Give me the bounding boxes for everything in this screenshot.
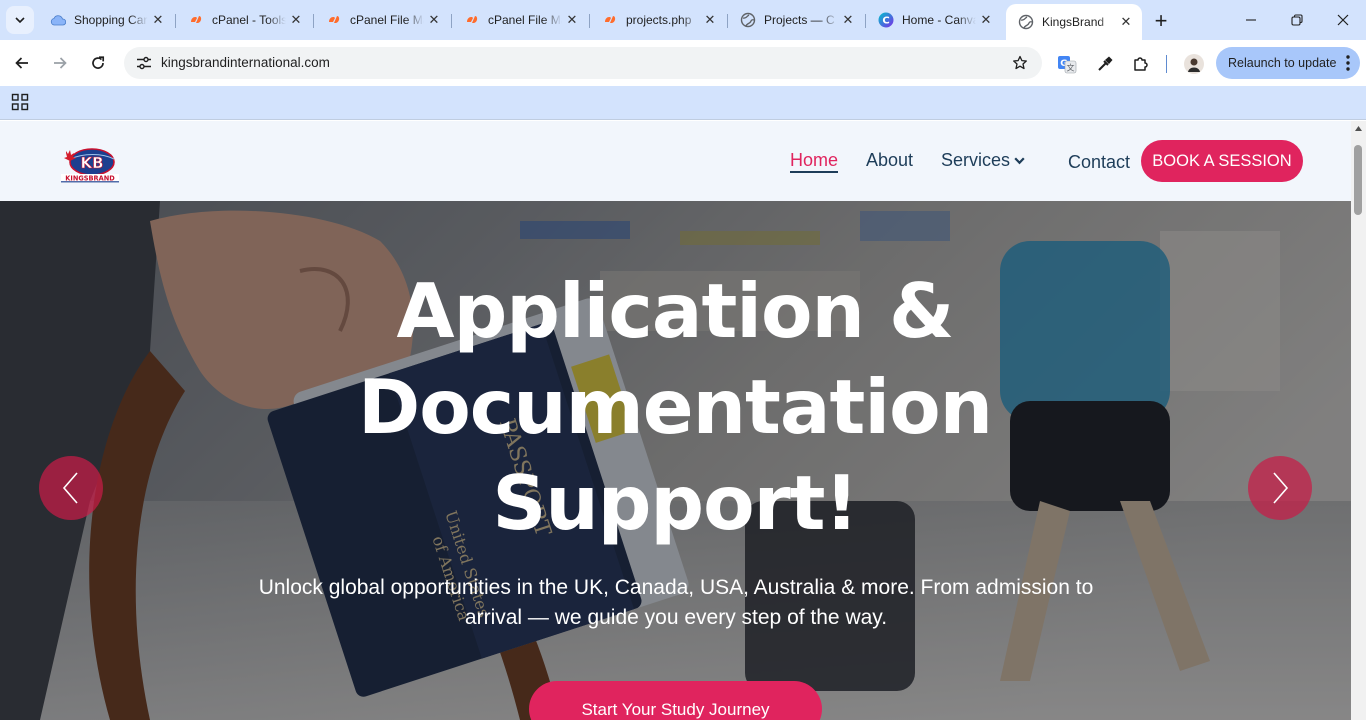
nav-home-link[interactable]: Home	[790, 150, 839, 173]
url-text[interactable]: kingsbrandinternational.com	[161, 55, 330, 70]
more-vert-icon	[1346, 55, 1350, 71]
cpanel-icon	[602, 12, 618, 28]
google-translate-icon[interactable]: G文	[1055, 52, 1079, 76]
canva-icon: C	[878, 12, 894, 28]
extensions-puzzle-icon[interactable]	[1129, 52, 1153, 76]
start-study-journey-button[interactable]: Start Your Study Journey	[529, 681, 822, 720]
scroll-up-arrow-icon[interactable]	[1354, 124, 1363, 133]
browser-tab[interactable]: projects.php ✕	[590, 6, 726, 34]
browser-tab[interactable]: cPanel File Manager ✕	[452, 6, 588, 34]
eyedropper-icon[interactable]	[1093, 52, 1117, 76]
relaunch-update-button[interactable]: Relaunch to update	[1216, 47, 1360, 79]
cpanel-icon	[326, 12, 342, 28]
tab-search-button[interactable]	[6, 6, 34, 34]
chevron-down-icon	[15, 17, 25, 24]
close-icon[interactable]: ✕	[838, 10, 858, 30]
arrow-right-icon	[54, 57, 67, 69]
hero-title-line: Support!	[492, 459, 858, 547]
cpanel-icon	[464, 12, 480, 28]
chevron-down-icon	[1014, 157, 1025, 165]
close-icon[interactable]: ✕	[286, 10, 306, 30]
restore-button[interactable]	[1274, 0, 1320, 40]
close-icon[interactable]: ✕	[1116, 12, 1136, 32]
globe-icon	[1018, 14, 1034, 30]
site-info-icon[interactable]	[134, 53, 154, 73]
hero-carousel: PASSPORT United States of America Applic…	[0, 201, 1351, 720]
nav-contact-link[interactable]: Contact	[1068, 152, 1130, 173]
close-icon[interactable]: ✕	[148, 10, 168, 30]
svg-text:KB: KB	[80, 154, 103, 172]
back-button[interactable]	[8, 49, 36, 77]
svg-text:C: C	[882, 16, 889, 27]
bookmarks-bar	[0, 86, 1366, 120]
nav-services-link[interactable]: Services	[941, 150, 1025, 171]
toolbar-divider	[1166, 55, 1167, 73]
restore-icon	[1291, 14, 1303, 26]
browser-tab[interactable]: cPanel File Manager ✕	[314, 6, 450, 34]
hero-title-line: Documentation	[358, 363, 993, 451]
carousel-prev-button[interactable]	[39, 456, 103, 520]
page-scrollbar[interactable]	[1351, 121, 1366, 720]
tab-title: cPanel File Manager	[488, 13, 562, 27]
book-session-button[interactable]: BOOK A SESSION	[1141, 140, 1303, 182]
browser-tab[interactable]: cPanel - Tools ✕	[176, 6, 312, 34]
minimize-button[interactable]	[1228, 0, 1274, 40]
carousel-next-button[interactable]	[1248, 456, 1312, 520]
browser-tab-strip: Shopping Cart ✕ cPanel - Tools ✕ cPanel …	[0, 0, 1366, 40]
nav-services-label: Services	[941, 150, 1011, 170]
new-tab-button[interactable]: +	[1148, 8, 1174, 34]
web-page: KB KINGSBRAND Home About Services Contac…	[0, 121, 1351, 720]
forward-button[interactable]	[46, 49, 74, 77]
address-bar[interactable]: kingsbrandinternational.com	[124, 47, 1042, 79]
close-icon	[1337, 14, 1349, 26]
hero-subtitle: Unlock global opportunities in the UK, C…	[258, 576, 1094, 629]
reload-button[interactable]	[84, 49, 112, 77]
apps-grid-icon[interactable]	[11, 93, 29, 111]
tab-title: cPanel File Manager	[350, 13, 424, 27]
relaunch-label: Relaunch to update	[1228, 56, 1337, 70]
bookmark-star-icon[interactable]	[1010, 53, 1030, 73]
tab-title: projects.php	[626, 13, 692, 27]
close-window-button[interactable]	[1320, 0, 1366, 40]
tab-title: cPanel - Tools	[212, 13, 286, 27]
svg-text:文: 文	[1067, 63, 1075, 73]
arrow-left-icon	[15, 57, 28, 69]
reload-icon	[92, 56, 105, 69]
tab-title: Shopping Cart	[74, 13, 148, 27]
close-icon[interactable]: ✕	[424, 10, 444, 30]
close-icon[interactable]: ✕	[976, 10, 996, 30]
browser-tab[interactable]: Projects — C ✕	[728, 6, 864, 34]
tab-title: KingsBrand	[1042, 15, 1105, 29]
chevron-left-icon	[62, 472, 78, 504]
tab-title: Home - Canva	[902, 13, 976, 27]
nav-about-link[interactable]: About	[866, 150, 913, 171]
close-icon[interactable]: ✕	[700, 10, 720, 30]
minimize-icon	[1246, 19, 1256, 21]
hero-title: Application & Documentation Support!	[260, 263, 1090, 551]
globe-icon	[740, 12, 756, 28]
cpanel-icon	[188, 12, 204, 28]
tab-title: Projects — C	[764, 13, 835, 27]
close-icon[interactable]: ✕	[562, 10, 582, 30]
scrollbar-thumb[interactable]	[1354, 145, 1362, 215]
cloud-icon	[50, 12, 66, 28]
browser-tab[interactable]: C Home - Canva ✕	[866, 6, 1002, 34]
site-header: KB KINGSBRAND Home About Services Contac…	[0, 121, 1351, 201]
kingsbrand-logo-icon: KB KINGSBRAND	[61, 148, 119, 183]
browser-tab[interactable]: Shopping Cart ✕	[38, 6, 174, 34]
browser-tab-active[interactable]: KingsBrand ✕	[1006, 4, 1142, 40]
hero-title-line: Application &	[396, 267, 955, 355]
chevron-right-icon	[1273, 472, 1289, 504]
site-logo[interactable]: KB KINGSBRAND	[58, 145, 122, 183]
profile-avatar[interactable]	[1182, 52, 1206, 76]
